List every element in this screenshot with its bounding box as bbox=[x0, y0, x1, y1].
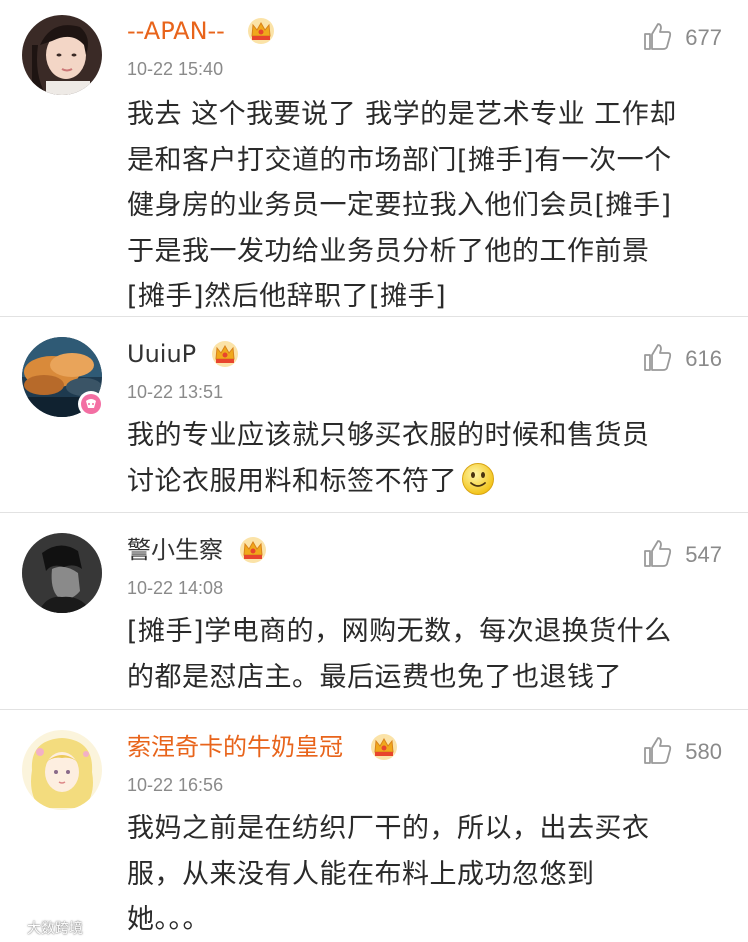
vip-crown-icon bbox=[369, 732, 399, 762]
comment-line: 的都是怼店主。最后运费也免了也退钱了 bbox=[127, 661, 622, 693]
comment-time: 10-22 14:08 bbox=[127, 578, 224, 598]
comment-body: 我去 这个我要说了 我学的是艺术专业 工作却 是和客户打交道的市场部门[摊手]有… bbox=[127, 92, 727, 320]
username[interactable]: --APAN-- bbox=[127, 16, 225, 46]
comment-body: [摊手]学电商的，网购无数，每次退换货什么 的都是怼店主。最后运费也免了也退钱了 bbox=[127, 609, 727, 700]
thumbs-up-icon bbox=[641, 537, 673, 573]
comment-item: --APAN-- 10-22 15:40 677 我去 这个我要说了 我学的是艺… bbox=[0, 0, 748, 316]
comment-body: 我妈之前是在纺织厂干的，所以，出去买衣 服，从来没有人能在布料上成功忽悠到 她。… bbox=[127, 806, 727, 942]
comment-line: 健身房的业务员一定要拉我入他们会员[摊手] bbox=[127, 190, 672, 221]
vip-crown-icon bbox=[238, 535, 268, 565]
comment-line: 是和客户打交道的市场部门[摊手]有一次一个 bbox=[127, 144, 672, 176]
comment-line: 于是我一发功给业务员分析了他的工作前景 bbox=[127, 235, 650, 267]
comment-line-text: 讨论衣服用料和标签不符了 bbox=[127, 465, 457, 497]
smiley-face-icon bbox=[461, 462, 495, 496]
comment-line: 我的专业应该就只够买衣服的时候和售货员 bbox=[127, 420, 650, 451]
vip-crown-icon bbox=[246, 16, 276, 46]
avatar[interactable] bbox=[22, 730, 102, 810]
avatar[interactable] bbox=[22, 533, 102, 613]
avatar[interactable] bbox=[22, 15, 102, 95]
comment-time: 10-22 15:40 bbox=[127, 59, 224, 79]
comment-item: 警小生察 10-22 14:08 547 [摊手]学电商的，网购无数，每次退换货… bbox=[0, 513, 748, 709]
username[interactable]: 索涅奇卡的牛奶皇冠 bbox=[127, 732, 343, 762]
comment-line: [摊手]学电商的，网购无数，每次退换货什么 bbox=[127, 616, 672, 647]
comment-item: 索涅奇卡的牛奶皇冠 10-22 16:56 580 我妈之前是在纺织厂干的，所以… bbox=[0, 710, 748, 942]
comment-line: 讨论衣服用料和标签不符了 bbox=[127, 459, 727, 505]
thumbs-up-icon bbox=[641, 341, 673, 377]
watermark-text: 大数跨境 bbox=[27, 921, 83, 937]
like-count: 580 bbox=[685, 739, 722, 764]
comment-line: 我妈之前是在纺织厂干的，所以，出去买衣 bbox=[127, 813, 650, 844]
comment-line: 我去 这个我要说了 我学的是艺术专业 工作却 bbox=[127, 99, 677, 130]
thumbs-up-icon bbox=[641, 734, 673, 770]
like-button[interactable]: 547 bbox=[641, 537, 722, 573]
vip-badge-icon bbox=[78, 391, 104, 417]
comment-line: [摊手]然后他辞职了[摊手] bbox=[127, 281, 447, 312]
like-button[interactable]: 580 bbox=[641, 734, 722, 770]
watermark: 大数跨境 bbox=[2, 918, 83, 938]
comment-line: 她。。。 bbox=[127, 904, 210, 935]
username[interactable]: UuiuP bbox=[127, 339, 196, 369]
watermark-logo-icon bbox=[2, 918, 24, 938]
vip-crown-icon bbox=[210, 339, 240, 369]
thumbs-up-icon bbox=[641, 20, 673, 56]
comment-line: 服，从来没有人能在布料上成功忽悠到 bbox=[127, 858, 595, 890]
like-button[interactable]: 677 bbox=[641, 20, 722, 56]
like-count: 616 bbox=[685, 346, 722, 371]
comment-body: 我的专业应该就只够买衣服的时候和售货员 讨论衣服用料和标签不符了 bbox=[127, 413, 727, 504]
comment-time: 10-22 16:56 bbox=[127, 775, 224, 795]
like-count: 547 bbox=[685, 542, 722, 567]
like-button[interactable]: 616 bbox=[641, 341, 722, 377]
comment-time: 10-22 13:51 bbox=[127, 382, 224, 402]
comment-item: UuiuP 10-22 13:51 616 我的专业应该就只够买衣服的时候和售货… bbox=[0, 317, 748, 512]
username[interactable]: 警小生察 bbox=[127, 535, 223, 565]
like-count: 677 bbox=[685, 25, 722, 50]
